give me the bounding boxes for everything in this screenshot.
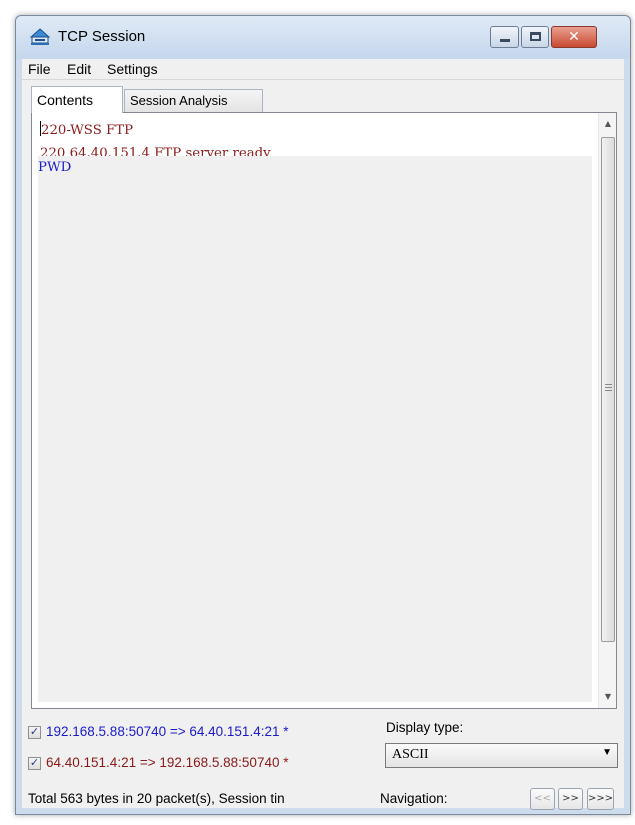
client-area: File Edit Settings Contents Session Anal… bbox=[22, 59, 624, 810]
scroll-up-icon[interactable]: ▲ bbox=[599, 115, 617, 133]
tcp-session-window: TCP Session ✕ File Edit Settings Content… bbox=[15, 15, 631, 815]
menu-edit[interactable]: Edit bbox=[67, 61, 91, 77]
menu-file[interactable]: File bbox=[28, 61, 51, 77]
display-type-select[interactable]: ASCII ▼ bbox=[385, 743, 618, 768]
nav-last-button[interactable]: >>> bbox=[587, 788, 614, 810]
minimize-button[interactable] bbox=[490, 26, 519, 48]
chevron-down-icon: ▼ bbox=[602, 747, 612, 758]
tab-strip: Contents Session Analysis bbox=[26, 86, 620, 113]
minimize-icon bbox=[500, 39, 510, 42]
bottom-panel: ✓ 192.168.5.88:50740 => 64.40.151.4:21 *… bbox=[22, 715, 624, 810]
menu-bar: File Edit Settings bbox=[22, 59, 624, 80]
tab-contents[interactable]: Contents bbox=[31, 86, 123, 113]
display-type-value: ASCII bbox=[392, 747, 429, 762]
navigation-label: Navigation: bbox=[380, 791, 448, 806]
display-type-label: Display type: bbox=[386, 720, 464, 735]
maximize-icon bbox=[530, 32, 541, 41]
stream-server-checkbox[interactable]: ✓ bbox=[28, 757, 41, 770]
stream-client-label: 192.168.5.88:50740 => 64.40.151.4:21 * bbox=[46, 724, 289, 739]
window-title: TCP Session bbox=[58, 28, 146, 45]
nav-next-button[interactable]: >> bbox=[558, 788, 583, 810]
network-drive-icon bbox=[30, 28, 50, 45]
scroll-thumb[interactable] bbox=[601, 137, 615, 642]
stream-client-checkbox[interactable]: ✓ bbox=[28, 726, 41, 739]
session-content-panel: 220-WSS FTP 220 64.40.151.4 FTP server re… bbox=[31, 112, 617, 709]
tab-session-analysis[interactable]: Session Analysis bbox=[124, 89, 263, 112]
session-line-text: PWD bbox=[38, 160, 72, 175]
close-icon: ✕ bbox=[568, 29, 580, 45]
session-line-text: 220-WSS FTP bbox=[41, 123, 134, 138]
vertical-scrollbar[interactable]: ▲ ▼ bbox=[598, 113, 616, 708]
nav-first-button[interactable]: << bbox=[530, 788, 555, 810]
close-button[interactable]: ✕ bbox=[551, 26, 597, 48]
maximize-button[interactable] bbox=[521, 26, 549, 48]
session-text-area[interactable]: 220-WSS FTP 220 64.40.151.4 FTP server re… bbox=[32, 113, 598, 708]
session-line: 220-WSS FTP bbox=[40, 119, 590, 142]
status-text: Total 563 bytes in 20 packet(s), Session… bbox=[28, 791, 285, 806]
scroll-down-icon[interactable]: ▼ bbox=[599, 688, 617, 706]
title-bar[interactable]: TCP Session ✕ bbox=[16, 16, 630, 59]
session-line: PWD bbox=[38, 156, 592, 702]
menu-settings[interactable]: Settings bbox=[107, 61, 158, 77]
stream-server-label: 64.40.151.4:21 => 192.168.5.88:50740 * bbox=[46, 755, 289, 770]
